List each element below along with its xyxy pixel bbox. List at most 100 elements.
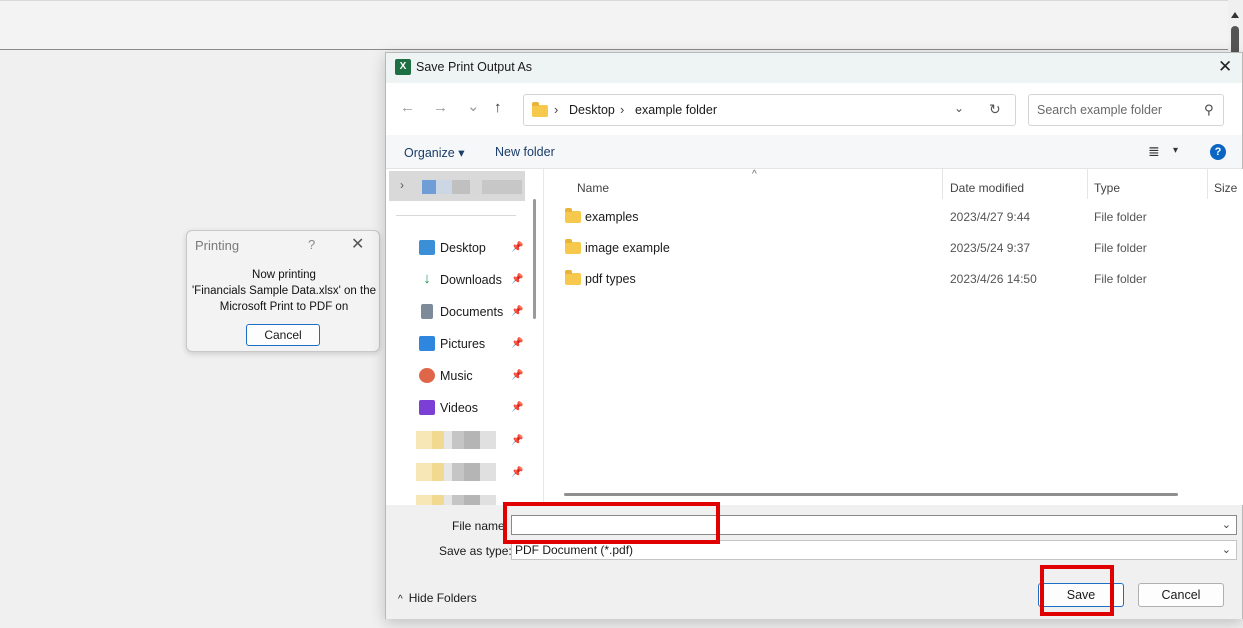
sort-ascending-icon: ^ [752,169,757,180]
save-as-type-value[interactable]: PDF Document (*.pdf) [515,543,633,557]
printing-message: Now printing 'Financials Sample Data.xls… [187,267,381,315]
column-header-date-modified[interactable]: Date modified [950,181,1024,195]
file-name: examples [585,210,639,224]
view-options-icon[interactable]: ≣ [1148,143,1160,160]
search-input[interactable]: Search example folder [1037,103,1162,117]
chevron-down-icon[interactable]: ⌄ [1222,541,1231,559]
sidebar-item-label: Music [440,369,473,383]
column-header-name[interactable]: Name [577,181,609,195]
forward-arrow-icon[interactable]: → [433,99,448,116]
background-app-toolbar [0,0,1228,50]
chevron-down-icon[interactable]: ⌄ [1222,516,1231,534]
download-icon: ↓ [423,270,431,287]
back-arrow-icon[interactable]: ← [400,99,415,116]
command-bar: Organize ▾ New folder ≣ ▾ ? [386,135,1242,169]
sidebar-item-label: Downloads [440,273,502,287]
breadcrumb-desktop[interactable]: Desktop [569,103,615,117]
sidebar-item-downloads[interactable]: ↓ Downloads 📌 [419,270,529,290]
sidebar-item-videos[interactable]: Videos 📌 [419,398,529,418]
list-item[interactable]: pdf types 2023/4/26 14:50 File folder [544,267,1243,291]
column-header-type[interactable]: Type [1094,181,1120,195]
sidebar-item-music[interactable]: Music 📌 [419,366,529,386]
nav-item-selected[interactable]: › [389,171,525,201]
pin-icon[interactable]: 📌 [511,338,523,349]
pin-icon[interactable]: 📌 [511,242,523,253]
navigation-bar: ← → ⌄ ↑ › Desktop › example folder ⌄ ↻ S… [386,83,1242,135]
file-date: 2023/5/24 9:37 [950,241,1031,255]
file-type: File folder [1094,210,1147,224]
up-arrow-icon[interactable]: ↑ [494,99,502,116]
refresh-icon[interactable]: ↻ [989,101,1001,118]
file-name-field[interactable]: ⌄ [511,515,1237,535]
help-icon[interactable]: ? [308,237,315,252]
file-name: image example [585,241,670,255]
folder-icon [565,270,581,285]
breadcrumb-separator: › [554,102,559,117]
new-folder-button[interactable]: New folder [495,145,555,159]
save-dialog: X Save Print Output As ✕ ← → ⌄ ↑ › Deskt… [385,52,1243,619]
close-icon[interactable]: ✕ [1218,57,1232,77]
column-separator[interactable] [1207,169,1208,199]
help-icon[interactable]: ? [1210,144,1226,160]
close-icon[interactable]: ✕ [351,234,364,254]
printing-dialog: Printing ? ✕ Now printing 'Financials Sa… [186,230,380,352]
expand-chevron-icon[interactable]: › [400,178,404,192]
breadcrumb-separator[interactable]: › [620,102,624,117]
pin-icon[interactable]: 📌 [511,435,523,446]
pin-icon[interactable]: 📌 [511,370,523,381]
redacted-item[interactable] [416,431,496,449]
organize-button[interactable]: Organize ▾ [404,145,464,160]
horizontal-scrollbar[interactable] [564,493,1178,496]
videos-icon [419,400,435,415]
save-as-type-select[interactable]: PDF Document (*.pdf) ⌄ [511,540,1237,560]
save-button[interactable]: Save [1038,583,1124,607]
column-separator[interactable] [1087,169,1088,199]
column-separator[interactable] [942,169,943,199]
navigation-pane: › Desktop 📌 ↓ Downloads 📌 Documents 📌 Pi… [386,169,542,505]
file-type: File folder [1094,272,1147,286]
music-icon [419,368,435,383]
printing-message-line: Now printing [252,269,316,281]
folder-icon [565,208,581,223]
pictures-icon [419,336,435,351]
column-header-size[interactable]: Size [1214,181,1237,195]
recent-locations-icon[interactable]: ⌄ [467,97,480,115]
hide-folders-button[interactable]: ^ Hide Folders [398,591,477,605]
printing-message-line: 'Financials Sample Data.xlsx' on the [191,285,376,297]
breadcrumb-example-folder[interactable]: example folder [635,103,717,117]
nav-scrollbar[interactable] [533,199,536,319]
sidebar-item-label: Desktop [440,241,486,255]
title-bar: X Save Print Output As ✕ [386,53,1242,83]
list-item[interactable]: examples 2023/4/27 9:44 File folder [544,205,1243,229]
search-icon[interactable]: ⚲ [1204,102,1214,118]
pin-icon[interactable]: 📌 [511,402,523,413]
sidebar-item-label: Documents [440,305,504,319]
file-type: File folder [1094,241,1147,255]
save-options-panel: File name: ⌄ Save as type: PDF Document … [386,505,1242,619]
redacted-item [422,180,522,194]
file-date: 2023/4/27 9:44 [950,210,1031,224]
scroll-up-icon[interactable] [1231,12,1239,18]
chevron-down-icon[interactable]: ⌄ [954,101,964,115]
sidebar-item-pictures[interactable]: Pictures 📌 [419,334,529,354]
view-dropdown-icon[interactable]: ▾ [1173,145,1178,156]
printing-cancel-button[interactable]: Cancel [246,324,320,346]
divider [396,215,516,216]
pin-icon[interactable]: 📌 [511,467,523,478]
folder-icon [532,102,548,117]
redacted-item[interactable] [416,463,496,481]
dialog-title: Save Print Output As [416,60,533,74]
documents-icon [421,304,433,319]
sidebar-item-label: Pictures [440,337,486,351]
address-bar[interactable]: › Desktop › example folder ⌄ ↻ [523,94,1016,126]
pin-icon[interactable]: 📌 [511,274,523,285]
background-scrollbar[interactable] [1228,0,1243,60]
file-date: 2023/4/26 14:50 [950,272,1037,286]
sidebar-item-documents[interactable]: Documents 📌 [419,302,529,322]
sidebar-item-desktop[interactable]: Desktop 📌 [419,238,529,258]
pin-icon[interactable]: 📌 [511,306,523,317]
list-item[interactable]: image example 2023/5/24 9:37 File folder [544,236,1243,260]
search-box[interactable]: Search example folder ⚲ [1028,94,1224,126]
cancel-button[interactable]: Cancel [1138,583,1224,607]
redacted-item[interactable] [416,495,496,505]
